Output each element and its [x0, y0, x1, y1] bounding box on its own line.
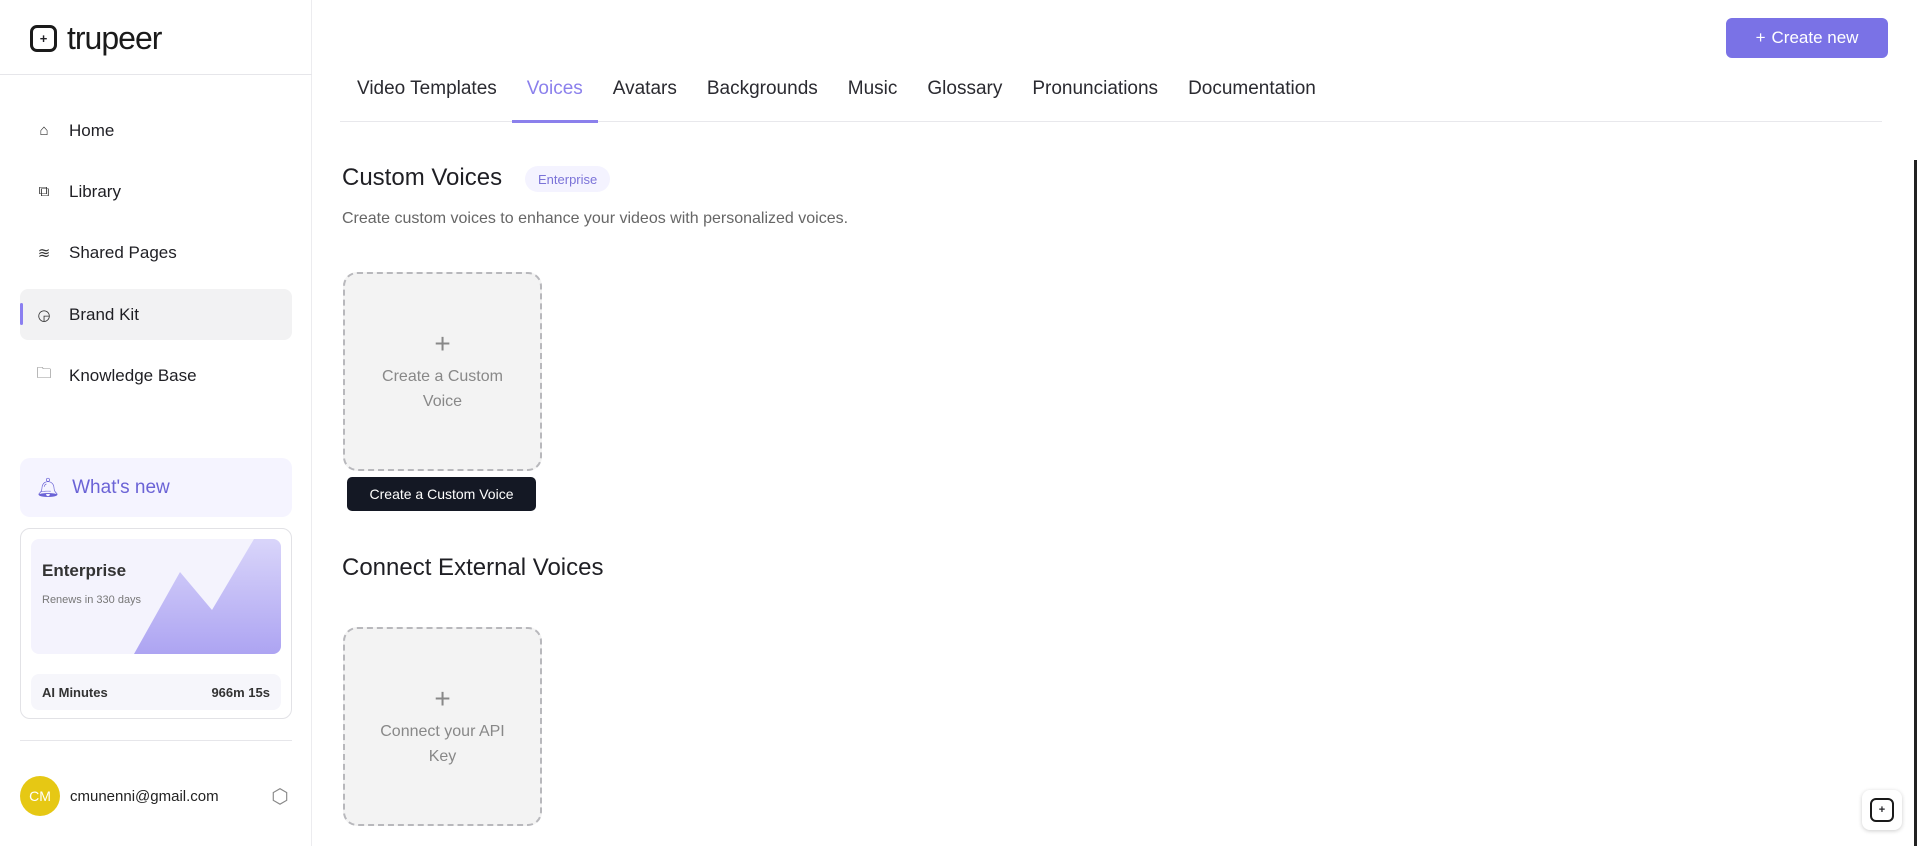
tab-glossary[interactable]: Glossary: [927, 70, 1002, 122]
layers-icon: ≋: [37, 244, 51, 262]
sidebar-item-label: Shared Pages: [69, 242, 177, 262]
plan-name: Enterprise: [42, 561, 127, 580]
connect-api-key-tile[interactable]: + Connect your API Key: [343, 627, 542, 826]
tab-documentation[interactable]: Documentation: [1188, 70, 1316, 122]
brand-kit-icon: ◶: [37, 306, 51, 324]
trupeer-icon: +: [1870, 798, 1894, 822]
plus-icon: +: [434, 682, 451, 714]
divider: [20, 740, 292, 741]
user-row[interactable]: CM cmunenni@gmail.com ⬡: [20, 776, 292, 816]
library-icon: ⧉: [38, 183, 50, 200]
settings-icon[interactable]: ⬡: [268, 784, 292, 808]
sidebar-item-knowledge-base[interactable]: 🗀 Knowledge Base: [20, 350, 292, 401]
custom-voices-heading: Custom Voices: [342, 164, 503, 191]
create-new-label: Create new: [1771, 28, 1859, 47]
sidebar-item-library[interactable]: ⧉ Library: [20, 166, 292, 217]
create-new-button[interactable]: + Create new: [1726, 18, 1888, 58]
home-icon: ⌂: [39, 122, 49, 139]
sidebar-item-label: Knowledge Base: [69, 365, 197, 385]
external-voices-heading: Connect External Voices: [342, 554, 604, 581]
plan-banner: Enterprise Renews in 330 days: [31, 539, 281, 654]
help-widget-button[interactable]: +: [1862, 790, 1902, 830]
avatar: CM: [20, 776, 60, 816]
plan-card: Enterprise Renews in 330 days AI Minutes…: [20, 528, 292, 719]
tab-backgrounds[interactable]: Backgrounds: [707, 70, 818, 122]
tab-pronunciations[interactable]: Pronunciations: [1032, 70, 1158, 122]
sidebar-item-shared-pages[interactable]: ≋ Shared Pages: [20, 227, 292, 278]
tab-avatars[interactable]: Avatars: [613, 70, 677, 122]
sidebar-item-home[interactable]: ⌂ Home: [20, 105, 292, 156]
tile-label: Connect your API Key: [380, 722, 505, 765]
tab-voices[interactable]: Voices: [511, 70, 598, 123]
plus-icon: +: [434, 327, 451, 359]
bell-icon: 🔔︎: [36, 477, 61, 499]
divider: [0, 74, 312, 75]
whats-new-button[interactable]: 🔔︎ What's new: [20, 458, 292, 517]
logo-text: trupeer: [67, 20, 162, 56]
whats-new-label: What's new: [72, 476, 170, 498]
tile-label: Create a Custom Voice: [382, 367, 503, 410]
sidebar-item-label: Library: [69, 181, 121, 201]
sidebar-item-brand-kit[interactable]: ◶ Brand Kit: [20, 289, 292, 340]
logo[interactable]: + trupeer: [30, 20, 162, 57]
create-custom-voice-tile[interactable]: + Create a Custom Voice: [343, 272, 542, 471]
plus-icon: +: [1755, 28, 1766, 47]
tab-music[interactable]: Music: [848, 70, 898, 122]
enterprise-badge: Enterprise: [525, 166, 611, 192]
sidebar-item-label: Home: [69, 120, 115, 140]
scrollbar[interactable]: [1914, 160, 1917, 846]
custom-voices-subtitle: Create custom voices to enhance your vid…: [342, 210, 849, 227]
tab-bar: Video Templates Voices Avatars Backgroun…: [340, 70, 1882, 123]
sidebar: + trupeer ⌂ Home ⧉ Library ≋ Shared Pages ◶…: [0, 0, 312, 846]
folder-icon: 🗀: [36, 365, 52, 382]
tooltip: Create a Custom Voice: [347, 477, 536, 511]
plan-renewal: Renews in 330 days: [42, 594, 142, 606]
ai-minutes-row: AI Minutes 966m 15s: [31, 674, 281, 710]
sidebar-item-label: Brand Kit: [69, 304, 139, 324]
logo-icon: +: [30, 25, 57, 52]
ai-minutes-value: 966m 15s: [211, 684, 270, 700]
tab-video-templates[interactable]: Video Templates: [357, 70, 497, 122]
ai-minutes-label: AI Minutes: [42, 684, 108, 700]
user-email: cmunenni@gmail.com: [70, 787, 219, 805]
